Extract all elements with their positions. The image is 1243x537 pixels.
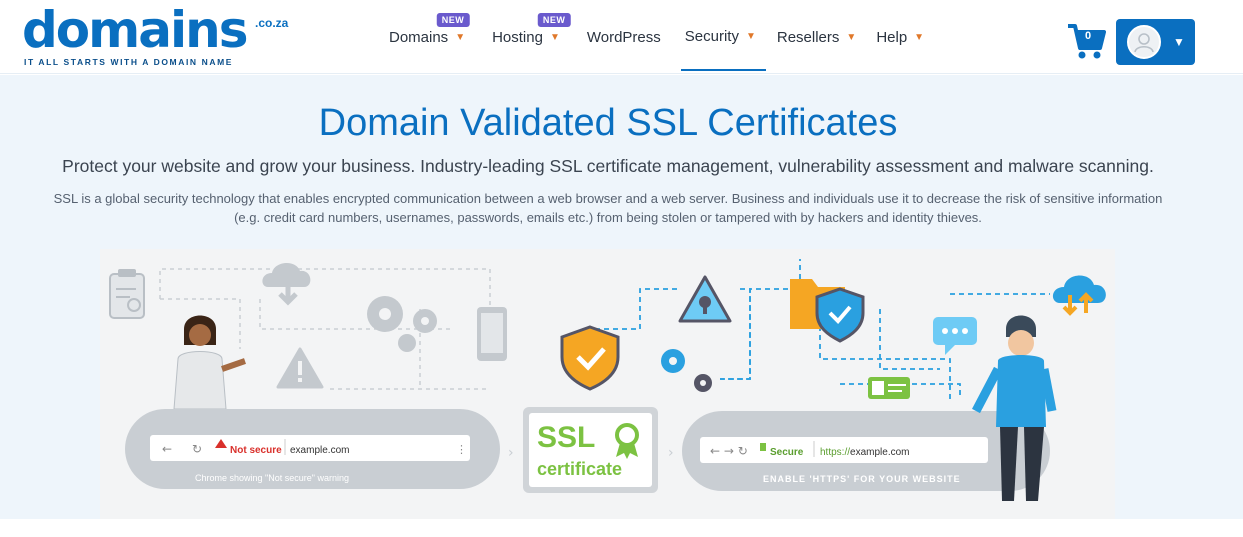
chevron-down-icon: ▼ [846, 31, 857, 43]
svg-text:← → ↻: ← → ↻ [710, 444, 748, 458]
ssl-illustration-graphic: ← ↻ Not secure example.com ⋮ Chrome show… [109, 259, 1106, 501]
nav-item-label: WordPress [586, 28, 661, 46]
insecure-browser-bar: ← ↻ Not secure example.com ⋮ Chrome show… [125, 409, 500, 489]
nav-item-label: Security [684, 27, 739, 45]
nav-item-resellers[interactable]: Resellers ▼ [768, 0, 865, 74]
page-spacer [0, 519, 1243, 537]
blue-gear-icon [661, 349, 712, 392]
chevron-down-icon: ▼ [1173, 35, 1185, 49]
svg-text:⋮: ⋮ [456, 443, 467, 456]
nav-item-security[interactable]: Security ▼ [680, 3, 766, 71]
main-nav: NEW Domains ▼ NEW Hosting ▼ WordPress Se… [380, 0, 933, 74]
ssl-badge-title: SSL [537, 421, 595, 454]
insecure-status: Not secure [230, 445, 282, 456]
svg-text:←: ← [162, 442, 172, 456]
site-header: domains .co.za IT ALL STARTS WITH A DOMA… [0, 0, 1243, 74]
ssl-illustration: ← ↻ Not secure example.com ⋮ Chrome show… [100, 249, 1115, 519]
chevron-down-icon: ▼ [549, 31, 560, 43]
ssl-certificate-badge: SSL certificate [523, 407, 658, 493]
folder-shield-icon [790, 279, 865, 343]
chevron-down-icon: ▼ [914, 31, 925, 43]
chat-bubble-icon [933, 317, 977, 355]
user-avatar-icon [1127, 25, 1161, 59]
chevron-down-icon: ▼ [745, 30, 756, 42]
alert-triangle-icon [678, 275, 732, 323]
svg-text:↻: ↻ [192, 442, 202, 456]
svg-text:›: › [668, 445, 674, 461]
logo-wordmark: domains [22, 1, 248, 59]
secure-status: Secure [770, 447, 804, 458]
cart-icon [1068, 24, 1106, 59]
nav-item-label: Resellers [776, 28, 840, 46]
site-logo[interactable]: domains .co.za IT ALL STARTS WITH A DOMA… [22, 1, 288, 67]
new-badge: NEW [436, 13, 470, 27]
insecure-url: example.com [290, 445, 349, 456]
insecure-caption: Chrome showing "Not secure" warning [195, 473, 349, 483]
mobile-phone-icon [477, 307, 507, 361]
logo-tagline: IT ALL STARTS WITH A DOMAIN NAME [24, 57, 234, 67]
chevron-down-icon: ▼ [455, 31, 466, 43]
id-card-icon [868, 377, 910, 399]
logo-tld: .co.za [255, 16, 289, 30]
account-menu-button[interactable]: ▼ [1116, 19, 1195, 65]
secure-caption: ENABLE 'HTTPS' FOR YOUR WEBSITE [763, 474, 961, 484]
nav-item-label: Help [876, 28, 908, 46]
cart-button[interactable]: 0 [1066, 22, 1106, 62]
nav-item-wordpress[interactable]: WordPress [578, 0, 670, 74]
nav-item-label: Hosting [492, 28, 543, 46]
nav-item-help[interactable]: Help ▼ [867, 0, 933, 74]
secure-browser-bar: ← → ↻ Secure https://example.com ENABLE … [682, 411, 1050, 491]
gear-icon [367, 296, 437, 352]
shield-check-icon [560, 325, 620, 391]
page-title: Domain Validated SSL Certificates [318, 102, 898, 144]
hero-lead: Protect your website and grow your busin… [62, 156, 1154, 176]
ssl-badge-subtitle: certificate [537, 459, 622, 479]
nav-item-label: Domains [389, 28, 449, 46]
nav-item-hosting[interactable]: NEW Hosting ▼ [483, 0, 571, 74]
hero-section: Domain Validated SSL Certificates Protec… [0, 75, 1243, 519]
hero-description: SSL is a global security technology that… [53, 191, 1163, 225]
nav-item-domains[interactable]: NEW Domains ▼ [380, 0, 474, 74]
new-badge: NEW [537, 13, 571, 27]
clipboard-icon [109, 269, 145, 319]
cloud-sync-icon [1052, 275, 1106, 316]
secure-url: https://example.com [820, 447, 909, 458]
svg-text:›: › [508, 445, 514, 461]
cart-count: 0 [1085, 30, 1092, 42]
warning-icon [276, 347, 324, 389]
